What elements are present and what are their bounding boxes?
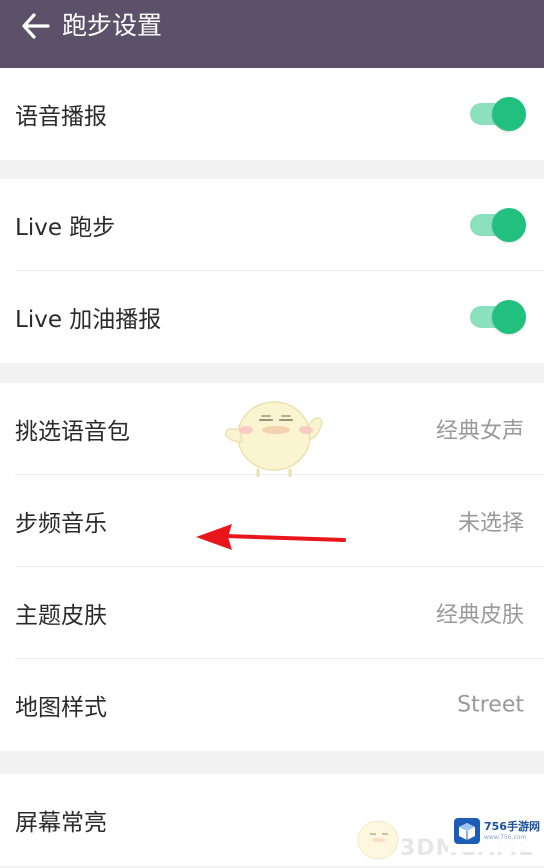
- site-badge: 756手游网 www.756.com: [448, 812, 544, 852]
- voice-broadcast-toggle[interactable]: [470, 97, 526, 131]
- badge-subtext: www.756.com: [484, 834, 527, 841]
- setting-label: 步频音乐: [15, 511, 107, 537]
- setting-label: 主题皮肤: [15, 603, 107, 629]
- setting-label: 地图样式: [15, 695, 107, 721]
- setting-value: 经典女声: [435, 419, 524, 444]
- setting-label: Live 跑步: [15, 215, 116, 241]
- setting-row-live-run[interactable]: Live 跑步: [0, 179, 544, 271]
- setting-value: 未选择: [457, 511, 524, 536]
- toggle-knob: [492, 97, 526, 131]
- arrow-left-icon[interactable]: [20, 12, 52, 40]
- setting-label: Live 加油播报: [15, 307, 162, 333]
- setting-row-theme-skin[interactable]: 主题皮肤 经典皮肤: [0, 567, 544, 659]
- settings-group-live: Live 跑步 Live 加油播报: [0, 179, 544, 363]
- setting-row-voice-broadcast[interactable]: 语音播报: [0, 68, 544, 160]
- badge-text: 756手游网: [484, 820, 540, 833]
- mascot-small-watermark-icon: [357, 820, 399, 860]
- setting-value: 经典皮肤: [435, 603, 524, 628]
- page-title: 跑步设置: [62, 11, 163, 40]
- setting-label: 语音播报: [15, 104, 107, 130]
- setting-row-live-cheer[interactable]: Live 加油播报: [0, 271, 544, 363]
- setting-row-map-style[interactable]: 地图样式 Street: [0, 659, 544, 751]
- live-run-toggle[interactable]: [470, 208, 526, 242]
- live-cheer-toggle[interactable]: [470, 300, 526, 334]
- toggle-knob: [492, 300, 526, 334]
- cube-logo-icon: [454, 818, 480, 844]
- toggle-knob: [492, 208, 526, 242]
- mascot-watermark-icon: [225, 401, 323, 478]
- setting-value: Street: [457, 692, 524, 718]
- app-header: 跑步设置: [0, 0, 544, 68]
- annotation-arrow-icon: [196, 524, 346, 550]
- settings-group-voice: 语音播报: [0, 68, 544, 160]
- setting-label: 挑选语音包: [15, 419, 130, 445]
- setting-label: 屏幕常亮: [15, 810, 107, 836]
